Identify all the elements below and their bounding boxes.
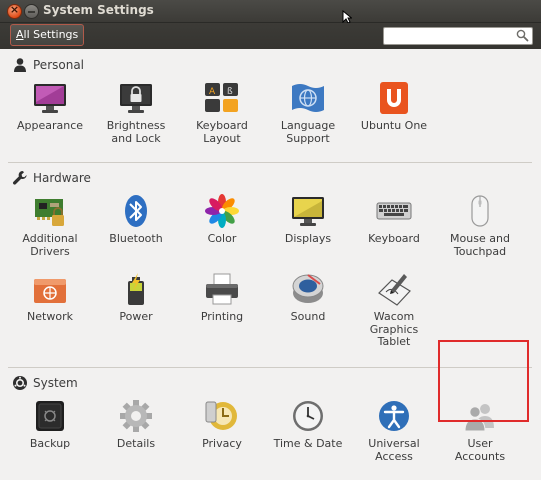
window-title: System Settings bbox=[43, 3, 154, 17]
item-label: Keyboard bbox=[368, 232, 420, 245]
close-window-button[interactable]: × bbox=[7, 3, 22, 19]
time-date-item[interactable]: Time & Date bbox=[265, 398, 351, 451]
brightness-lock-icon bbox=[118, 80, 154, 116]
details-item[interactable]: Details bbox=[93, 398, 179, 451]
ubuntu-one-item[interactable]: Ubuntu One bbox=[351, 80, 437, 133]
printing-item[interactable]: Printing bbox=[179, 271, 265, 324]
section-divider bbox=[8, 162, 532, 163]
mouse-touchpad-item[interactable]: Mouse and Touchpad bbox=[437, 193, 523, 258]
brightness-lock-item[interactable]: Brightness and Lock bbox=[93, 80, 179, 145]
details-icon bbox=[118, 398, 154, 434]
item-label: Keyboard Layout bbox=[196, 119, 248, 145]
item-label: Printing bbox=[200, 310, 244, 323]
backup-item[interactable]: Backup bbox=[7, 398, 93, 451]
item-label: Details bbox=[116, 437, 156, 450]
additional-drivers-item[interactable]: Additional Drivers bbox=[7, 193, 93, 258]
item-label: Wacom Graphics Tablet bbox=[369, 310, 419, 348]
color-item[interactable]: Color bbox=[179, 193, 265, 246]
section-title: Personal bbox=[33, 58, 85, 72]
power-item[interactable]: Power bbox=[93, 271, 179, 324]
svg-text:ß: ß bbox=[227, 87, 233, 97]
minimize-window-button[interactable] bbox=[24, 4, 39, 19]
appearance-icon bbox=[32, 80, 68, 116]
user-accounts-highlight bbox=[438, 340, 529, 422]
title-bar: × System Settings bbox=[0, 0, 541, 24]
bluetooth-icon bbox=[118, 193, 154, 229]
universal-access-icon bbox=[376, 398, 412, 434]
mouse-icon bbox=[462, 193, 498, 229]
printer-icon bbox=[204, 271, 240, 307]
item-label: Bluetooth bbox=[109, 232, 163, 245]
bluetooth-item[interactable]: Bluetooth bbox=[93, 193, 179, 246]
sound-item[interactable]: Sound bbox=[265, 271, 351, 324]
backup-icon bbox=[32, 398, 68, 434]
keyboard-layout-icon: A ß bbox=[204, 80, 240, 116]
network-icon bbox=[32, 271, 68, 307]
network-item[interactable]: Network bbox=[7, 271, 93, 324]
privacy-item[interactable]: Privacy bbox=[179, 398, 265, 451]
wrench-icon bbox=[13, 171, 27, 185]
section-title: System bbox=[33, 376, 78, 390]
close-icon: × bbox=[9, 3, 20, 16]
language-support-icon bbox=[290, 80, 326, 116]
item-label: Displays bbox=[284, 232, 332, 245]
item-label: Ubuntu One bbox=[360, 119, 428, 132]
item-label: Brightness and Lock bbox=[106, 119, 166, 145]
appearance-item[interactable]: Appearance bbox=[7, 80, 93, 133]
all-settings-button[interactable]: All Settings bbox=[10, 24, 85, 46]
clock-icon bbox=[290, 398, 326, 434]
item-label: Appearance bbox=[16, 119, 84, 132]
item-label: Time & Date bbox=[273, 437, 343, 450]
item-label: Network bbox=[27, 310, 73, 323]
item-label: User Accounts bbox=[454, 437, 506, 463]
additional-drivers-icon bbox=[32, 193, 68, 229]
item-label: Mouse and Touchpad bbox=[450, 232, 510, 258]
ubuntu-one-icon bbox=[376, 80, 412, 116]
item-label: Color bbox=[207, 232, 237, 245]
language-support-item[interactable]: Language Support bbox=[265, 80, 351, 145]
item-label: Sound bbox=[290, 310, 326, 323]
wacom-tablet-item[interactable]: Wacom Graphics Tablet bbox=[351, 271, 437, 349]
system-settings-window: × System Settings All Settings Personal bbox=[0, 0, 541, 480]
privacy-icon bbox=[204, 398, 240, 434]
search-input[interactable] bbox=[383, 27, 533, 45]
displays-icon bbox=[290, 193, 326, 229]
item-label: Privacy bbox=[202, 437, 242, 450]
person-icon bbox=[14, 58, 26, 72]
universal-access-item[interactable]: Universal Access bbox=[351, 398, 437, 463]
keyboard-icon bbox=[376, 193, 412, 229]
item-label: Additional Drivers bbox=[22, 232, 78, 258]
svg-text:A: A bbox=[209, 87, 216, 97]
keyboard-item[interactable]: Keyboard bbox=[351, 193, 437, 246]
system-gear-icon bbox=[13, 376, 27, 390]
color-icon bbox=[204, 193, 240, 229]
sound-icon bbox=[290, 271, 326, 307]
item-label: Universal Access bbox=[368, 437, 420, 463]
search-icon bbox=[516, 29, 529, 42]
item-label: Backup bbox=[29, 437, 71, 450]
section-title: Hardware bbox=[33, 171, 91, 185]
item-label: Power bbox=[119, 310, 153, 323]
all-settings-label: All Settings bbox=[16, 28, 79, 41]
minimize-icon bbox=[28, 11, 35, 13]
power-icon bbox=[118, 271, 154, 307]
wacom-tablet-icon bbox=[376, 271, 412, 307]
toolbar: All Settings bbox=[0, 23, 541, 49]
item-label: Language Support bbox=[280, 119, 336, 145]
displays-item[interactable]: Displays bbox=[265, 193, 351, 246]
mouse-pointer-icon bbox=[342, 10, 352, 24]
keyboard-layout-item[interactable]: A ß Keyboard Layout bbox=[179, 80, 265, 145]
